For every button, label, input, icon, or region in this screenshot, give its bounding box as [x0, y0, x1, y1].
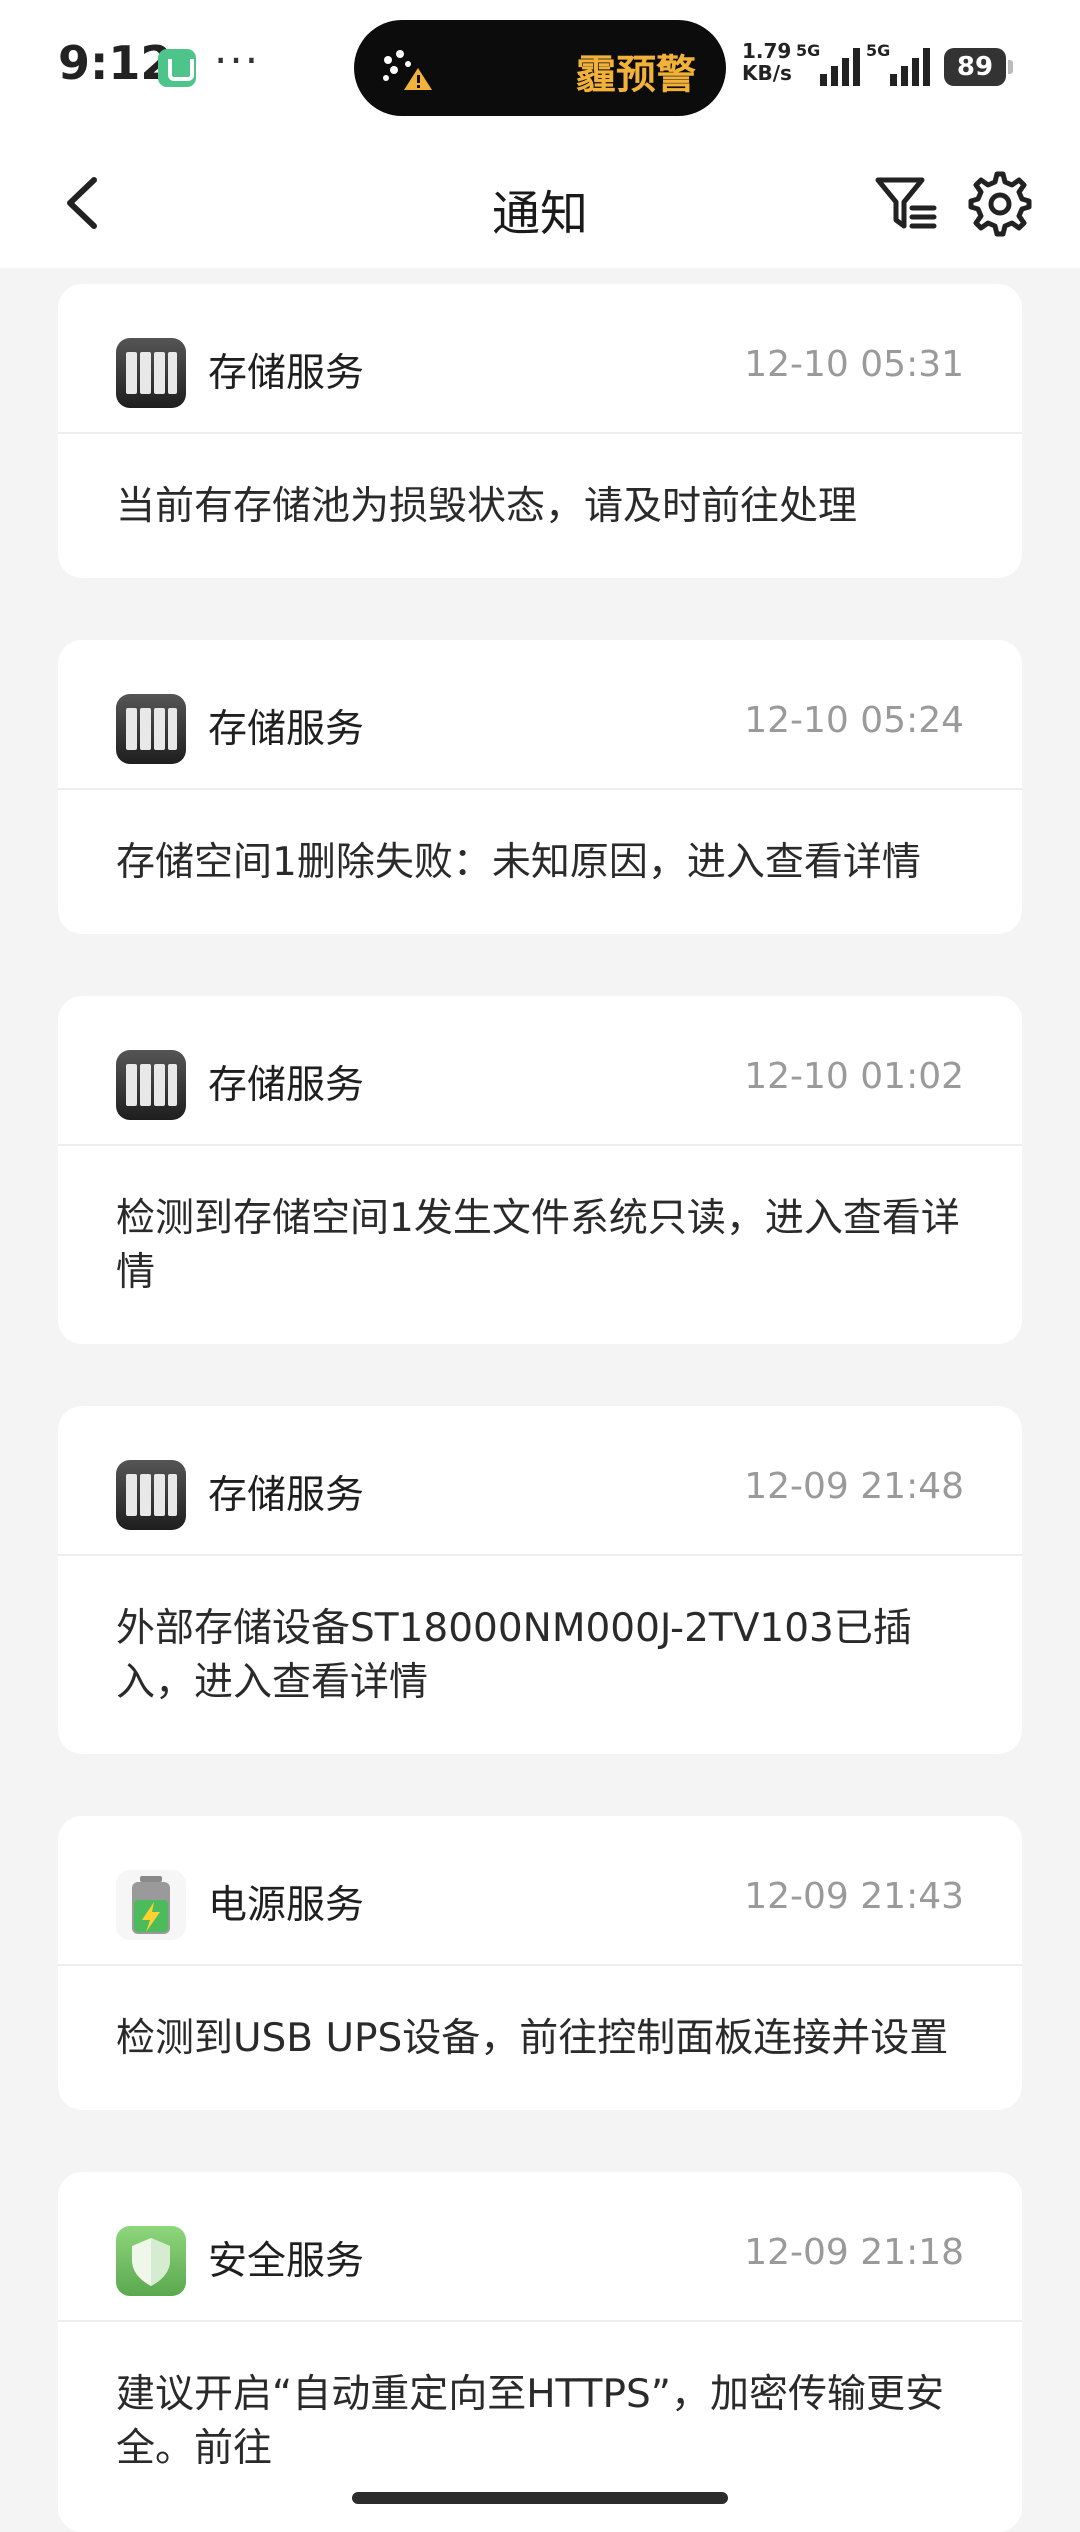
notification-service: 存储服务 — [208, 351, 365, 396]
notification-service: 安全服务 — [208, 2239, 365, 2284]
network-speed: 1.79 KB/s — [742, 40, 792, 84]
notification-service: 存储服务 — [208, 1473, 365, 1518]
notification-message: 当前有存储池为损毁状态，请及时前往处理 — [116, 484, 858, 529]
storage-icon — [116, 1050, 186, 1120]
notification-time: 12-10 05:24 — [744, 700, 964, 741]
notification-header: 安全服务 12-09 21:18 — [58, 2172, 1022, 2322]
notification-header: 存储服务 12-10 05:24 — [58, 640, 1022, 790]
status-bar: 9:12 ··· 霾预警 1.79 KB/s 5G 5G 89 — [0, 0, 1080, 138]
signal-5g-icon: 5G — [796, 42, 860, 86]
notification-card[interactable]: 电源服务 12-09 21:43 检测到USB UPS设备，前往控制面板连接并设… — [58, 1816, 1022, 2110]
weather-alert-pill[interactable]: 霾预警 — [354, 20, 726, 116]
notification-header: 存储服务 12-09 21:48 — [58, 1406, 1022, 1556]
notification-header: 电源服务 12-09 21:43 — [58, 1816, 1022, 1966]
notification-time: 12-10 05:31 — [744, 344, 964, 385]
notification-time: 12-09 21:48 — [744, 1466, 964, 1507]
signal2-label: 5G — [866, 42, 890, 60]
storage-icon — [116, 694, 186, 764]
notification-service: 存储服务 — [208, 707, 365, 752]
filter-icon[interactable] — [872, 170, 940, 238]
notification-card[interactable]: 存储服务 12-10 05:31 当前有存储池为损毁状态，请及时前往处理 — [58, 284, 1022, 578]
weather-alert-text: 霾预警 — [576, 52, 696, 98]
notification-service: 存储服务 — [208, 1063, 365, 1108]
notification-message: 检测到存储空间1发生文件系统只读，进入查看详情 — [116, 1196, 960, 1295]
notification-time: 12-09 21:18 — [744, 2232, 964, 2273]
battery-tip — [1008, 60, 1013, 74]
storage-icon — [116, 1460, 186, 1530]
notification-card[interactable]: 存储服务 12-10 01:02 检测到存储空间1发生文件系统只读，进入查看详情 — [58, 996, 1022, 1344]
network-speed-unit: KB/s — [742, 61, 792, 85]
notification-message: 检测到USB UPS设备，前往控制面板连接并设置 — [116, 2016, 949, 2061]
haze-warning-icon — [383, 50, 432, 90]
notification-time: 12-10 01:02 — [744, 1056, 964, 1097]
shield-icon — [116, 2226, 186, 2296]
notification-message: 存储空间1删除失败：未知原因，进入查看详情 — [116, 840, 921, 885]
battery-icon: 89 — [944, 48, 1006, 86]
notification-card[interactable]: 安全服务 12-09 21:18 建议开启“自动重定向至HTTPS”，加密传输更… — [58, 2172, 1022, 2532]
status-time: 9:12 — [58, 36, 173, 90]
more-notifications-icon: ··· — [214, 36, 261, 85]
signal-5g-secondary-icon: 5G — [866, 42, 930, 86]
app-notification-icon — [158, 49, 196, 87]
notification-header: 存储服务 12-10 01:02 — [58, 996, 1022, 1146]
notification-service: 电源服务 — [208, 1883, 365, 1928]
notification-message: 建议开启“自动重定向至HTTPS”，加密传输更安全。前往 — [116, 2372, 944, 2471]
home-indicator[interactable] — [352, 2492, 728, 2504]
notification-card[interactable]: 存储服务 12-10 05:24 存储空间1删除失败：未知原因，进入查看详情 — [58, 640, 1022, 934]
notification-header: 存储服务 12-10 05:31 — [58, 284, 1022, 434]
notification-card[interactable]: 存储服务 12-09 21:48 外部存储设备ST18000NM000J-2TV… — [58, 1406, 1022, 1754]
settings-gear-icon[interactable] — [966, 170, 1034, 238]
storage-icon — [116, 338, 186, 408]
notification-time: 12-09 21:43 — [744, 1876, 964, 1917]
header-bar: 通知 — [0, 138, 1080, 268]
network-speed-value: 1.79 — [742, 39, 792, 63]
battery-icon — [116, 1870, 186, 1940]
signal1-label: 5G — [796, 42, 820, 60]
notification-message: 外部存储设备ST18000NM000J-2TV103已插入，进入查看详情 — [116, 1606, 912, 1705]
